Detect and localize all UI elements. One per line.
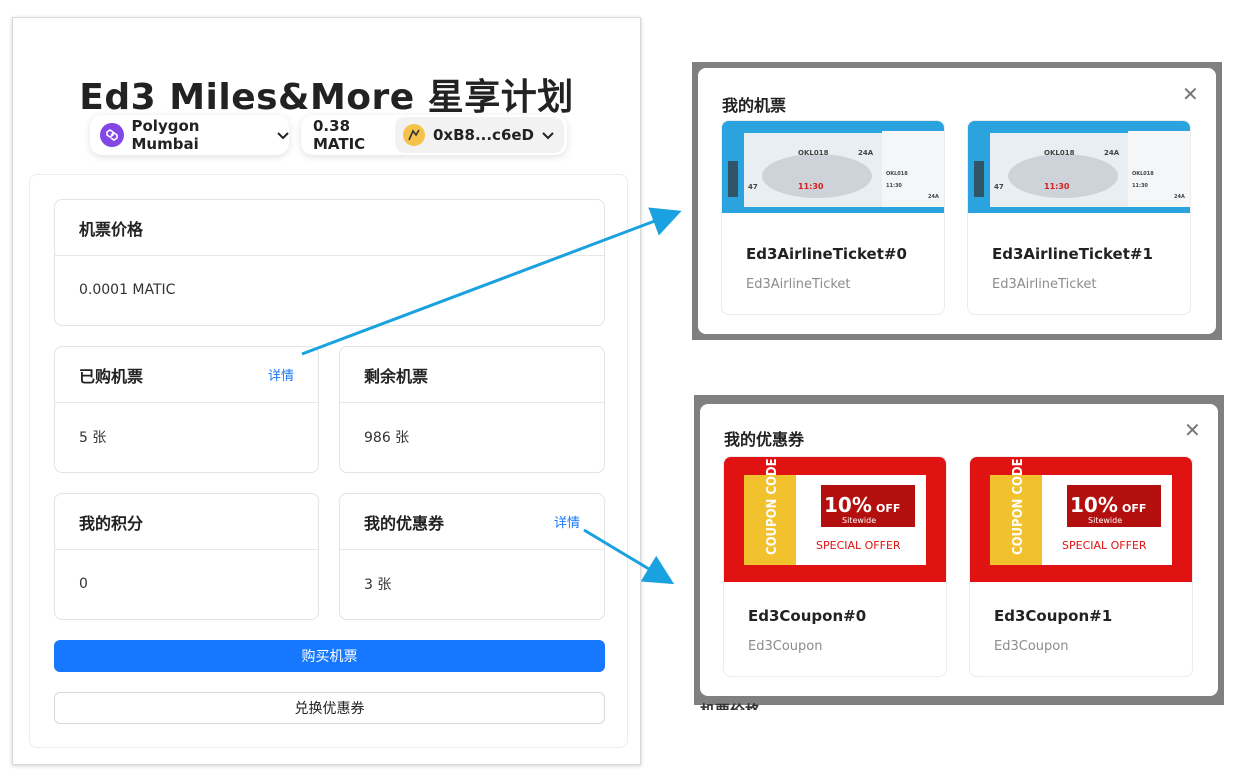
arrow-to-tickets (301, 207, 682, 356)
arrow-to-coupons (583, 528, 675, 585)
annotation-arrows (301, 207, 682, 585)
